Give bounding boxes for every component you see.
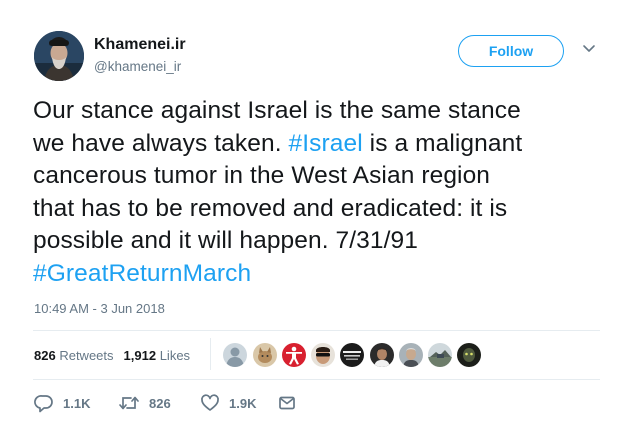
retweet-icon	[119, 396, 139, 410]
default-avatar-icon[interactable]	[222, 342, 248, 368]
retweets-count[interactable]: 826	[34, 348, 56, 363]
hashtag-link[interactable]: #GreatReturnMarch	[33, 258, 603, 291]
engagement-stats: 826 Retweets 1,912 Likes	[34, 348, 190, 363]
envelope-icon	[279, 396, 295, 410]
tweet-text-segment: we have always taken.	[33, 129, 289, 157]
heart-icon	[201, 394, 219, 411]
divider	[33, 379, 600, 380]
retweet-button[interactable]: 826	[118, 393, 171, 413]
chevron-down-icon[interactable]	[582, 44, 596, 54]
stats-separator	[210, 338, 211, 370]
landscape-avatar-icon[interactable]	[427, 342, 453, 368]
portrait-avatar-icon[interactable]	[398, 342, 424, 368]
author-name[interactable]: Khamenei.ir	[94, 36, 186, 54]
follow-button[interactable]: Follow	[458, 35, 564, 67]
reply-button[interactable]: 1.1K	[34, 393, 90, 413]
author-handle[interactable]: @khamenei_ir	[94, 59, 181, 74]
tweet-card: Khamenei.ir @khamenei_ir Follow Our stan…	[0, 0, 634, 437]
text-avatar-icon[interactable]	[339, 342, 365, 368]
direct-message-button[interactable]	[277, 393, 297, 413]
likes-label[interactable]: Likes	[160, 348, 190, 363]
sunglasses-avatar-icon[interactable]	[310, 342, 336, 368]
tweet-actions: 1.1K 826 1.9K	[34, 393, 334, 415]
tweet-text-segment: is a malignant	[362, 129, 523, 157]
dark-avatar-icon[interactable]	[456, 342, 482, 368]
tweet-text-line: possible and it will happen. 7/31/91	[33, 227, 418, 254]
portrait-avatar-icon[interactable]	[369, 342, 395, 368]
retweets-label[interactable]: Retweets	[59, 348, 113, 363]
divider	[33, 330, 600, 331]
tweet-timestamp[interactable]: 10:49 AM - 3 Jun 2018	[34, 301, 165, 316]
reply-icon	[34, 395, 53, 413]
cat-avatar-icon[interactable]	[252, 342, 278, 368]
figure-avatar-icon[interactable]	[281, 342, 307, 368]
like-count: 1.9K	[229, 395, 257, 411]
tweet-text-line: cancerous tumor in the West Asian region	[33, 162, 491, 189]
tweet-text-line: that has to be removed and eradicated: i…	[33, 194, 508, 222]
reply-count: 1.1K	[63, 395, 91, 411]
tweet-text-line: we have always taken. #Israel is a malig…	[33, 128, 603, 161]
author-avatar[interactable]	[34, 31, 84, 81]
hashtag-link[interactable]: #Israel	[289, 130, 363, 157]
tweet-text-line: Our stance against Israel is the same st…	[33, 97, 521, 124]
tweet-text: Our stance against Israel is the same st…	[33, 95, 603, 290]
like-button[interactable]: 1.9K	[200, 393, 256, 413]
likes-count[interactable]: 1,912	[124, 348, 157, 363]
retweet-count: 826	[149, 395, 171, 411]
